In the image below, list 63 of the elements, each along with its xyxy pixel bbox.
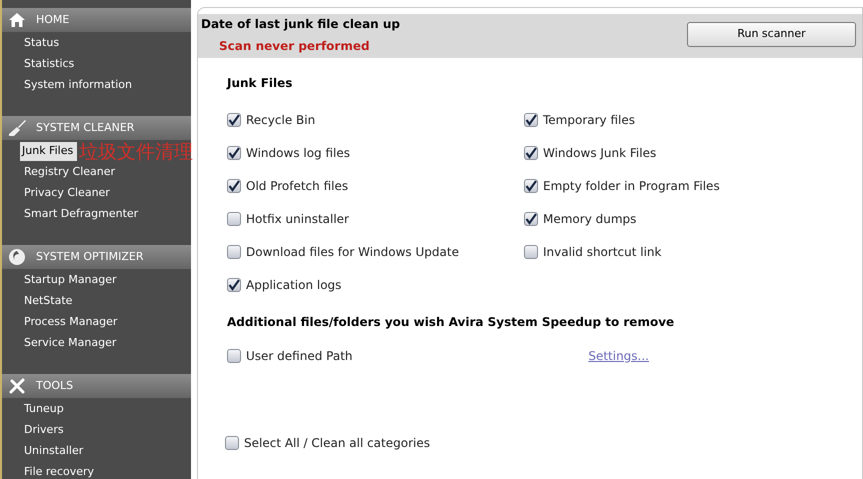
option-label: Recycle Bin <box>246 112 316 129</box>
checkmark-icon <box>525 114 537 126</box>
section-header[interactable]: SYSTEM OPTIMIZER <box>2 245 191 269</box>
option-label: User defined Path <box>246 348 353 365</box>
checkbox[interactable] <box>227 349 241 363</box>
sidebar-item[interactable]: Smart Defragmenter <box>20 205 138 224</box>
checkmark-icon <box>228 180 240 192</box>
checkbox[interactable] <box>227 245 241 259</box>
settings-link[interactable]: Settings... <box>588 347 649 365</box>
checkbox[interactable] <box>227 212 241 226</box>
sidebar-item[interactable]: File recovery <box>20 463 94 479</box>
sidebar-item[interactable]: Service Manager <box>20 334 116 353</box>
run-scanner-button[interactable]: Run scanner <box>687 22 856 47</box>
sidebar-item[interactable]: Registry Cleaner <box>20 163 116 182</box>
checkbox[interactable] <box>227 146 241 160</box>
sidebar-item[interactable]: Process Manager <box>20 313 118 332</box>
option-label: Invalid shortcut link <box>543 244 662 261</box>
checkmark-icon <box>228 114 240 126</box>
sidebar-item[interactable]: Statistics <box>20 55 74 74</box>
checkmark-icon <box>525 180 537 192</box>
checkbox[interactable] <box>524 245 538 259</box>
select-all-label: Select All / Clean all categories <box>244 435 430 452</box>
checkmark-icon <box>525 147 537 159</box>
checkmark-icon <box>525 213 537 225</box>
sidebar-item[interactable]: Tuneup <box>20 400 64 419</box>
checkbox[interactable] <box>524 146 538 160</box>
status-message: Scan never performed <box>218 38 371 55</box>
sidebar-item[interactable]: Drivers <box>20 421 64 440</box>
option-label: Hotfix uninstaller <box>246 211 349 228</box>
section-header[interactable]: SYSTEM CLEANER <box>2 116 191 140</box>
checkbox[interactable] <box>227 113 241 127</box>
checkbox[interactable] <box>227 179 241 193</box>
option-label: Empty folder in Program Files <box>543 178 720 195</box>
sidebar-item[interactable]: Uninstaller <box>20 442 84 461</box>
house-icon <box>8 12 26 28</box>
checkmark-icon <box>228 279 240 291</box>
sidebar-item[interactable]: Junk Files <box>20 142 78 161</box>
section-header[interactable]: HOME <box>2 8 191 32</box>
checkbox[interactable] <box>227 278 241 292</box>
option-label: Memory dumps <box>543 211 636 228</box>
checkbox[interactable] <box>225 436 239 450</box>
sidebar-item[interactable]: System information <box>20 76 132 95</box>
sidebar-item[interactable]: Privacy Cleaner <box>20 184 110 203</box>
option-label: Application logs <box>246 277 342 294</box>
section-title: Junk Files <box>227 75 294 92</box>
section-header[interactable]: TOOLS <box>2 374 191 398</box>
option-label: Windows Junk Files <box>543 145 656 162</box>
option-label: Windows log files <box>246 145 350 162</box>
sidebar-item[interactable]: Status <box>20 34 60 53</box>
checkbox[interactable] <box>524 113 538 127</box>
checkmark-icon <box>228 147 240 159</box>
swirl-icon <box>8 248 26 266</box>
tools-icon <box>8 377 26 395</box>
option-label: Temporary files <box>543 112 635 129</box>
status-title: Date of last junk file clean up <box>201 16 400 33</box>
brush-icon <box>8 119 26 137</box>
checkbox[interactable] <box>524 179 538 193</box>
option-label: Old Profetch files <box>246 178 348 195</box>
checkbox[interactable] <box>524 212 538 226</box>
sidebar-item[interactable]: Startup Manager <box>20 271 117 290</box>
option-label: Download files for Windows Update <box>246 244 459 261</box>
section-title: Additional files/folders you wish Avira System Speedup to remove <box>227 314 676 331</box>
sidebar-item[interactable]: NetState <box>20 292 72 311</box>
